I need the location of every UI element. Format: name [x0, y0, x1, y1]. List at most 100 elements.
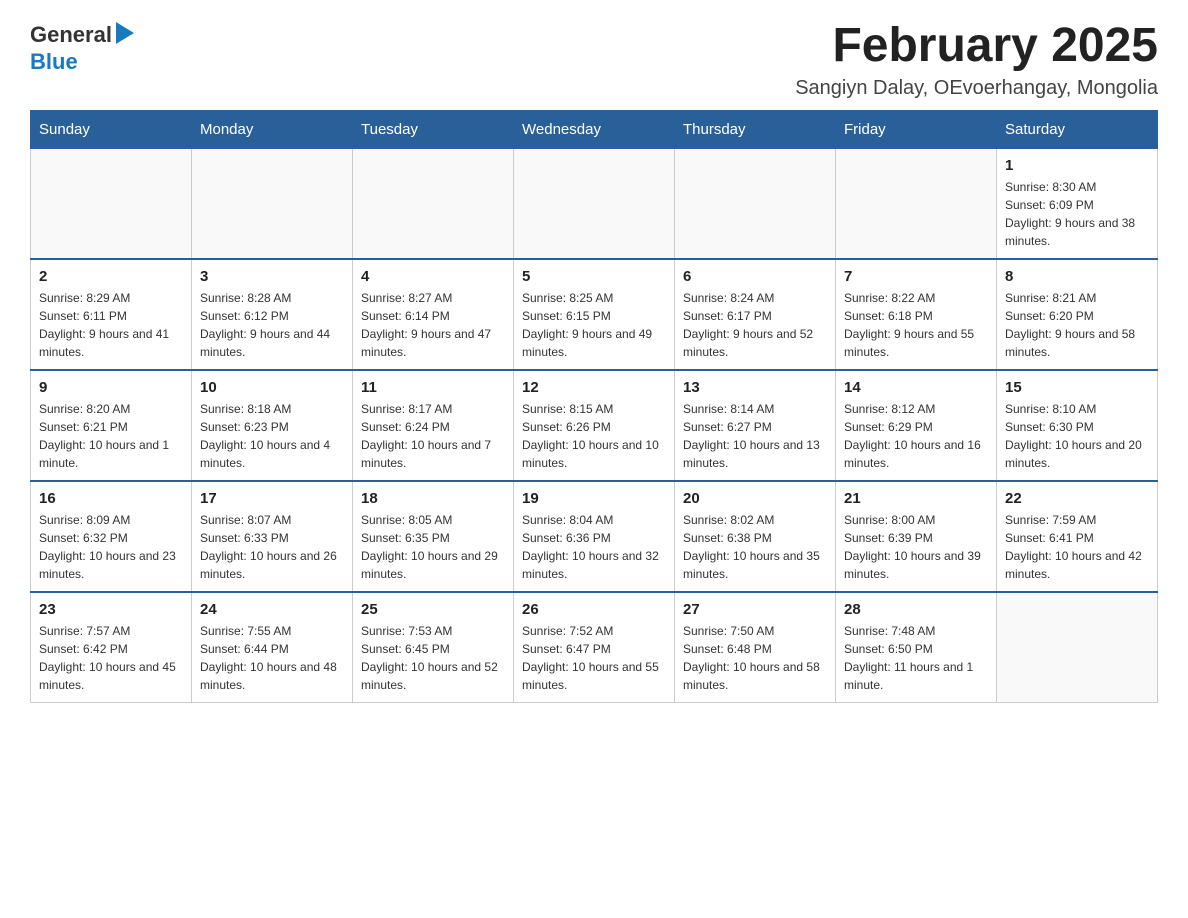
logo-blue-text: Blue	[30, 49, 78, 74]
day-info: Sunrise: 8:02 AMSunset: 6:38 PMDaylight:…	[683, 511, 827, 583]
calendar-day-cell	[836, 148, 997, 259]
day-number: 10	[200, 379, 344, 396]
calendar-day-cell: 21 Sunrise: 8:00 AMSunset: 6:39 PMDayligh…	[836, 481, 997, 592]
day-info: Sunrise: 8:27 AMSunset: 6:14 PMDaylight:…	[361, 289, 505, 361]
logo-general-text: General	[30, 22, 112, 48]
calendar-day-cell: 24 Sunrise: 7:55 AMSunset: 6:44 PMDayligh…	[192, 592, 353, 703]
calendar-day-cell: 5 Sunrise: 8:25 AMSunset: 6:15 PMDaylight…	[514, 259, 675, 370]
day-info: Sunrise: 7:55 AMSunset: 6:44 PMDaylight:…	[200, 622, 344, 694]
day-info: Sunrise: 8:25 AMSunset: 6:15 PMDaylight:…	[522, 289, 666, 361]
day-number: 28	[844, 601, 988, 618]
day-info: Sunrise: 8:30 AMSunset: 6:09 PMDaylight:…	[1005, 178, 1149, 250]
calendar-week-row: 1 Sunrise: 8:30 AMSunset: 6:09 PMDaylight…	[31, 148, 1158, 259]
day-info: Sunrise: 8:09 AMSunset: 6:32 PMDaylight:…	[39, 511, 183, 583]
day-number: 4	[361, 268, 505, 285]
day-number: 17	[200, 490, 344, 507]
calendar-header-row: SundayMondayTuesdayWednesdayThursdayFrid…	[31, 110, 1158, 148]
day-number: 8	[1005, 268, 1149, 285]
day-info: Sunrise: 7:57 AMSunset: 6:42 PMDaylight:…	[39, 622, 183, 694]
title-section: February 2025 Sangiyn Dalay, OEvoerhanga…	[795, 20, 1158, 100]
calendar-day-cell: 14Sunrise: 8:12 AMSunset: 6:29 PMDayligh…	[836, 370, 997, 481]
calendar-day-cell	[997, 592, 1158, 703]
calendar-day-cell	[514, 148, 675, 259]
day-number: 3	[200, 268, 344, 285]
day-of-week-header: Monday	[192, 110, 353, 148]
day-of-week-header: Sunday	[31, 110, 192, 148]
calendar-day-cell: 2 Sunrise: 8:29 AMSunset: 6:11 PMDaylight…	[31, 259, 192, 370]
calendar-day-cell: 11 Sunrise: 8:17 AMSunset: 6:24 PMDayligh…	[353, 370, 514, 481]
day-info: Sunrise: 8:29 AMSunset: 6:11 PMDaylight:…	[39, 289, 183, 361]
day-info: Sunrise: 8:24 AMSunset: 6:17 PMDaylight:…	[683, 289, 827, 361]
calendar-day-cell: 28 Sunrise: 7:48 AMSunset: 6:50 PMDayligh…	[836, 592, 997, 703]
day-info: Sunrise: 8:00 AMSunset: 6:39 PMDaylight:…	[844, 511, 988, 583]
calendar-day-cell: 17 Sunrise: 8:07 AMSunset: 6:33 PMDayligh…	[192, 481, 353, 592]
calendar-week-row: 16 Sunrise: 8:09 AMSunset: 6:32 PMDayligh…	[31, 481, 1158, 592]
day-number: 19	[522, 490, 666, 507]
day-number: 13	[683, 379, 827, 396]
day-number: 25	[361, 601, 505, 618]
calendar-day-cell: 23 Sunrise: 7:57 AMSunset: 6:42 PMDayligh…	[31, 592, 192, 703]
day-number: 24	[200, 601, 344, 618]
calendar-week-row: 23 Sunrise: 7:57 AMSunset: 6:42 PMDayligh…	[31, 592, 1158, 703]
calendar-week-row: 2 Sunrise: 8:29 AMSunset: 6:11 PMDaylight…	[31, 259, 1158, 370]
day-info: Sunrise: 8:18 AMSunset: 6:23 PMDaylight:…	[200, 400, 344, 472]
calendar-week-row: 9 Sunrise: 8:20 AMSunset: 6:21 PMDaylight…	[31, 370, 1158, 481]
calendar-day-cell: 12Sunrise: 8:15 AMSunset: 6:26 PMDayligh…	[514, 370, 675, 481]
day-number: 26	[522, 601, 666, 618]
day-info: Sunrise: 8:12 AMSunset: 6:29 PMDaylight:…	[844, 400, 988, 472]
day-info: Sunrise: 7:48 AMSunset: 6:50 PMDaylight:…	[844, 622, 988, 694]
day-number: 11	[361, 379, 505, 396]
day-number: 7	[844, 268, 988, 285]
day-of-week-header: Thursday	[675, 110, 836, 148]
page-header: General Blue February 2025 Sangiyn Dalay…	[30, 20, 1158, 100]
calendar-day-cell: 27 Sunrise: 7:50 AMSunset: 6:48 PMDayligh…	[675, 592, 836, 703]
day-info: Sunrise: 8:17 AMSunset: 6:24 PMDaylight:…	[361, 400, 505, 472]
day-number: 21	[844, 490, 988, 507]
calendar-day-cell: 25Sunrise: 7:53 AMSunset: 6:45 PMDayligh…	[353, 592, 514, 703]
day-of-week-header: Friday	[836, 110, 997, 148]
day-info: Sunrise: 7:59 AMSunset: 6:41 PMDaylight:…	[1005, 511, 1149, 583]
day-number: 15	[1005, 379, 1149, 396]
calendar-day-cell: 18Sunrise: 8:05 AMSunset: 6:35 PMDayligh…	[353, 481, 514, 592]
calendar-day-cell	[675, 148, 836, 259]
day-info: Sunrise: 8:22 AMSunset: 6:18 PMDaylight:…	[844, 289, 988, 361]
day-number: 22	[1005, 490, 1149, 507]
day-of-week-header: Tuesday	[353, 110, 514, 148]
calendar-day-cell	[31, 148, 192, 259]
day-number: 27	[683, 601, 827, 618]
day-number: 9	[39, 379, 183, 396]
calendar-day-cell: 26 Sunrise: 7:52 AMSunset: 6:47 PMDayligh…	[514, 592, 675, 703]
calendar-day-cell	[353, 148, 514, 259]
day-number: 18	[361, 490, 505, 507]
calendar-table: SundayMondayTuesdayWednesdayThursdayFrid…	[30, 110, 1158, 703]
day-of-week-header: Saturday	[997, 110, 1158, 148]
calendar-day-cell: 6Sunrise: 8:24 AMSunset: 6:17 PMDaylight…	[675, 259, 836, 370]
day-info: Sunrise: 8:14 AMSunset: 6:27 PMDaylight:…	[683, 400, 827, 472]
calendar-day-cell: 16 Sunrise: 8:09 AMSunset: 6:32 PMDayligh…	[31, 481, 192, 592]
day-info: Sunrise: 7:52 AMSunset: 6:47 PMDaylight:…	[522, 622, 666, 694]
day-number: 20	[683, 490, 827, 507]
day-number: 2	[39, 268, 183, 285]
day-info: Sunrise: 8:04 AMSunset: 6:36 PMDaylight:…	[522, 511, 666, 583]
day-number: 16	[39, 490, 183, 507]
calendar-day-cell: 15 Sunrise: 8:10 AMSunset: 6:30 PMDayligh…	[997, 370, 1158, 481]
day-info: Sunrise: 8:21 AMSunset: 6:20 PMDaylight:…	[1005, 289, 1149, 361]
calendar-day-cell: 1 Sunrise: 8:30 AMSunset: 6:09 PMDaylight…	[997, 148, 1158, 259]
day-number: 23	[39, 601, 183, 618]
location-title: Sangiyn Dalay, OEvoerhangay, Mongolia	[795, 77, 1158, 100]
day-number: 1	[1005, 157, 1149, 174]
day-info: Sunrise: 7:50 AMSunset: 6:48 PMDaylight:…	[683, 622, 827, 694]
day-number: 12	[522, 379, 666, 396]
day-info: Sunrise: 8:10 AMSunset: 6:30 PMDaylight:…	[1005, 400, 1149, 472]
day-of-week-header: Wednesday	[514, 110, 675, 148]
calendar-day-cell: 7 Sunrise: 8:22 AMSunset: 6:18 PMDaylight…	[836, 259, 997, 370]
day-number: 5	[522, 268, 666, 285]
calendar-day-cell	[192, 148, 353, 259]
day-info: Sunrise: 8:20 AMSunset: 6:21 PMDaylight:…	[39, 400, 183, 472]
calendar-day-cell: 4 Sunrise: 8:27 AMSunset: 6:14 PMDaylight…	[353, 259, 514, 370]
calendar-day-cell: 3Sunrise: 8:28 AMSunset: 6:12 PMDaylight…	[192, 259, 353, 370]
calendar-day-cell: 19 Sunrise: 8:04 AMSunset: 6:36 PMDayligh…	[514, 481, 675, 592]
day-info: Sunrise: 8:07 AMSunset: 6:33 PMDaylight:…	[200, 511, 344, 583]
month-title: February 2025	[795, 20, 1158, 73]
calendar-day-cell: 9 Sunrise: 8:20 AMSunset: 6:21 PMDaylight…	[31, 370, 192, 481]
